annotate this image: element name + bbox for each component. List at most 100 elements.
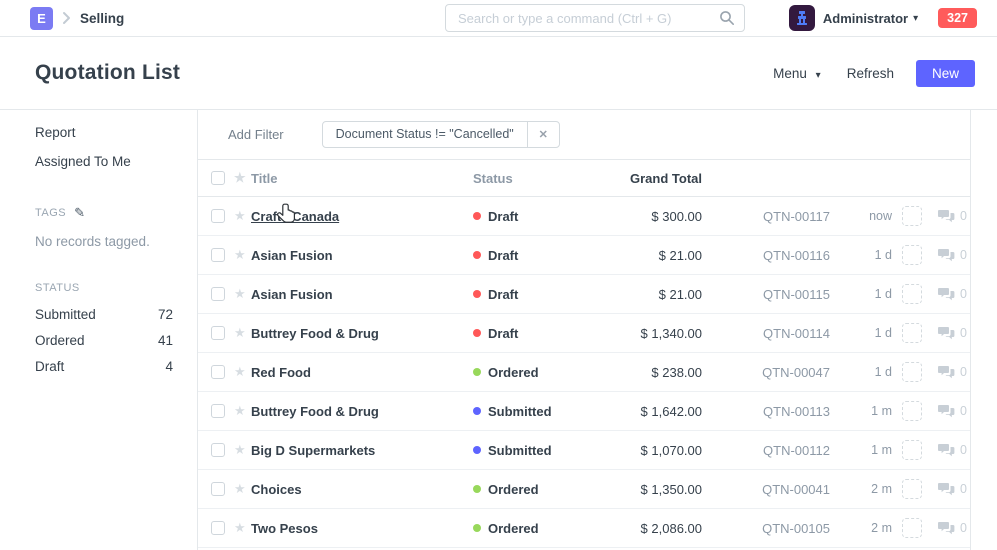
star-icon[interactable]: ★ [234, 520, 251, 536]
row-title-link[interactable]: Asian Fusion [251, 248, 473, 263]
assign-placeholder[interactable] [902, 206, 922, 226]
row-comments[interactable]: 0 [932, 248, 970, 262]
row-id-link[interactable]: QTN-00047 [702, 365, 830, 380]
row-checkbox[interactable] [211, 209, 225, 223]
row-checkbox[interactable] [211, 248, 225, 262]
row-checkbox[interactable] [211, 287, 225, 301]
assign-placeholder[interactable] [902, 323, 922, 343]
assign-placeholder[interactable] [902, 362, 922, 382]
column-header-grand-total[interactable]: Grand Total [592, 171, 702, 186]
row-status: Submitted [473, 404, 592, 419]
row-checkbox[interactable] [211, 365, 225, 379]
row-title-link[interactable]: Crafts Canada [251, 209, 473, 224]
search-input[interactable] [445, 4, 745, 32]
row-checkbox[interactable] [211, 521, 225, 535]
table-row[interactable]: ★ Big D Supermarkets Submitted $ 1,070.0… [198, 431, 970, 470]
breadcrumb[interactable]: Selling [80, 11, 124, 26]
sidebar-status-draft[interactable]: Draft 4 [35, 359, 173, 374]
column-header-status[interactable]: Status [473, 171, 592, 186]
status-dot-icon [473, 251, 481, 259]
star-icon[interactable]: ★ [234, 325, 251, 341]
table-row[interactable]: ★ Buttrey Food & Drug Draft $ 1,340.00 Q… [198, 314, 970, 353]
sidebar-item-assigned-to-me[interactable]: Assigned To Me [35, 153, 173, 171]
comment-icon [938, 326, 955, 340]
row-grand-total: $ 1,070.00 [592, 443, 702, 458]
status-dot-icon [473, 524, 481, 532]
row-modified-time: 2 m [830, 521, 892, 535]
page-title: Quotation List [35, 61, 180, 85]
assign-placeholder[interactable] [902, 245, 922, 265]
row-title-link[interactable]: Red Food [251, 365, 473, 380]
star-icon[interactable]: ★ [234, 247, 251, 263]
table-row[interactable]: ★ Red Food Ordered $ 238.00 QTN-00047 1 … [198, 353, 970, 392]
star-icon[interactable]: ★ [234, 364, 251, 380]
row-title-link[interactable]: Buttrey Food & Drug [251, 326, 473, 341]
star-icon[interactable]: ★ [234, 170, 251, 186]
table-row[interactable]: ★ Choices Ordered $ 1,350.00 QTN-00041 2… [198, 470, 970, 509]
row-id-link[interactable]: QTN-00115 [702, 287, 830, 302]
star-icon[interactable]: ★ [234, 481, 251, 497]
row-modified-time: 1 d [830, 326, 892, 340]
remove-filter-icon[interactable]: ✕ [528, 122, 559, 147]
row-id-link[interactable]: QTN-00117 [702, 209, 830, 224]
star-icon[interactable]: ★ [234, 442, 251, 458]
notification-badge[interactable]: 327 [938, 8, 977, 28]
row-id-link[interactable]: QTN-00105 [702, 521, 830, 536]
row-id-link[interactable]: QTN-00114 [702, 326, 830, 341]
select-all-checkbox[interactable] [211, 171, 225, 185]
row-checkbox[interactable] [211, 326, 225, 340]
row-id-link[interactable]: QTN-00041 [702, 482, 830, 497]
app-logo[interactable]: E [30, 7, 53, 30]
status-count: 4 [165, 359, 173, 374]
assign-placeholder[interactable] [902, 440, 922, 460]
row-comments[interactable]: 0 [932, 443, 970, 457]
assign-placeholder[interactable] [902, 401, 922, 421]
list-body: ★ Crafts Canada Draft $ 300.00 QTN-00117… [198, 197, 970, 548]
assign-placeholder[interactable] [902, 479, 922, 499]
search-icon[interactable] [719, 10, 735, 31]
star-icon[interactable]: ★ [234, 403, 251, 419]
row-comments[interactable]: 0 [932, 482, 970, 496]
sidebar-item-report[interactable]: Report [35, 124, 173, 142]
row-id-link[interactable]: QTN-00116 [702, 248, 830, 263]
table-row[interactable]: ★ Crafts Canada Draft $ 300.00 QTN-00117… [198, 197, 970, 236]
row-title-link[interactable]: Two Pesos [251, 521, 473, 536]
row-checkbox[interactable] [211, 443, 225, 457]
assign-placeholder[interactable] [902, 518, 922, 538]
sidebar-status-ordered[interactable]: Ordered 41 [35, 333, 173, 348]
table-row[interactable]: ★ Asian Fusion Draft $ 21.00 QTN-00116 1… [198, 236, 970, 275]
row-id-link[interactable]: QTN-00113 [702, 404, 830, 419]
menu-button[interactable]: Menu ▾ [773, 66, 821, 81]
user-menu[interactable]: Administrator ▾ [789, 5, 918, 31]
row-grand-total: $ 21.00 [592, 248, 702, 263]
table-row[interactable]: ★ Asian Fusion Draft $ 21.00 QTN-00115 1… [198, 275, 970, 314]
sidebar-status-submitted[interactable]: Submitted 72 [35, 307, 173, 322]
refresh-button[interactable]: Refresh [847, 66, 894, 81]
row-comments[interactable]: 0 [932, 521, 970, 535]
row-comments[interactable]: 0 [932, 365, 970, 379]
row-comments[interactable]: 0 [932, 326, 970, 340]
row-comments[interactable]: 0 [932, 287, 970, 301]
row-title-link[interactable]: Big D Supermarkets [251, 443, 473, 458]
row-comments[interactable]: 0 [932, 209, 970, 223]
status-dot-icon [473, 329, 481, 337]
new-button[interactable]: New [916, 60, 975, 87]
row-checkbox[interactable] [211, 404, 225, 418]
row-comments[interactable]: 0 [932, 404, 970, 418]
row-title-link[interactable]: Buttrey Food & Drug [251, 404, 473, 419]
edit-tags-icon[interactable]: ✎ [74, 205, 85, 221]
filter-chip-label[interactable]: Document Status != "Cancelled" [323, 122, 528, 147]
list-container: Add Filter Document Status != "Cancelled… [197, 110, 971, 550]
row-checkbox[interactable] [211, 482, 225, 496]
row-title-link[interactable]: Choices [251, 482, 473, 497]
star-icon[interactable]: ★ [234, 208, 251, 224]
table-row[interactable]: ★ Two Pesos Ordered $ 2,086.00 QTN-00105… [198, 509, 970, 548]
column-header-title[interactable]: Title [251, 171, 473, 186]
assign-placeholder[interactable] [902, 284, 922, 304]
add-filter-button[interactable]: Add Filter [228, 127, 284, 142]
row-modified-time: now [830, 209, 892, 223]
row-id-link[interactable]: QTN-00112 [702, 443, 830, 458]
row-title-link[interactable]: Asian Fusion [251, 287, 473, 302]
star-icon[interactable]: ★ [234, 286, 251, 302]
table-row[interactable]: ★ Buttrey Food & Drug Submitted $ 1,642.… [198, 392, 970, 431]
